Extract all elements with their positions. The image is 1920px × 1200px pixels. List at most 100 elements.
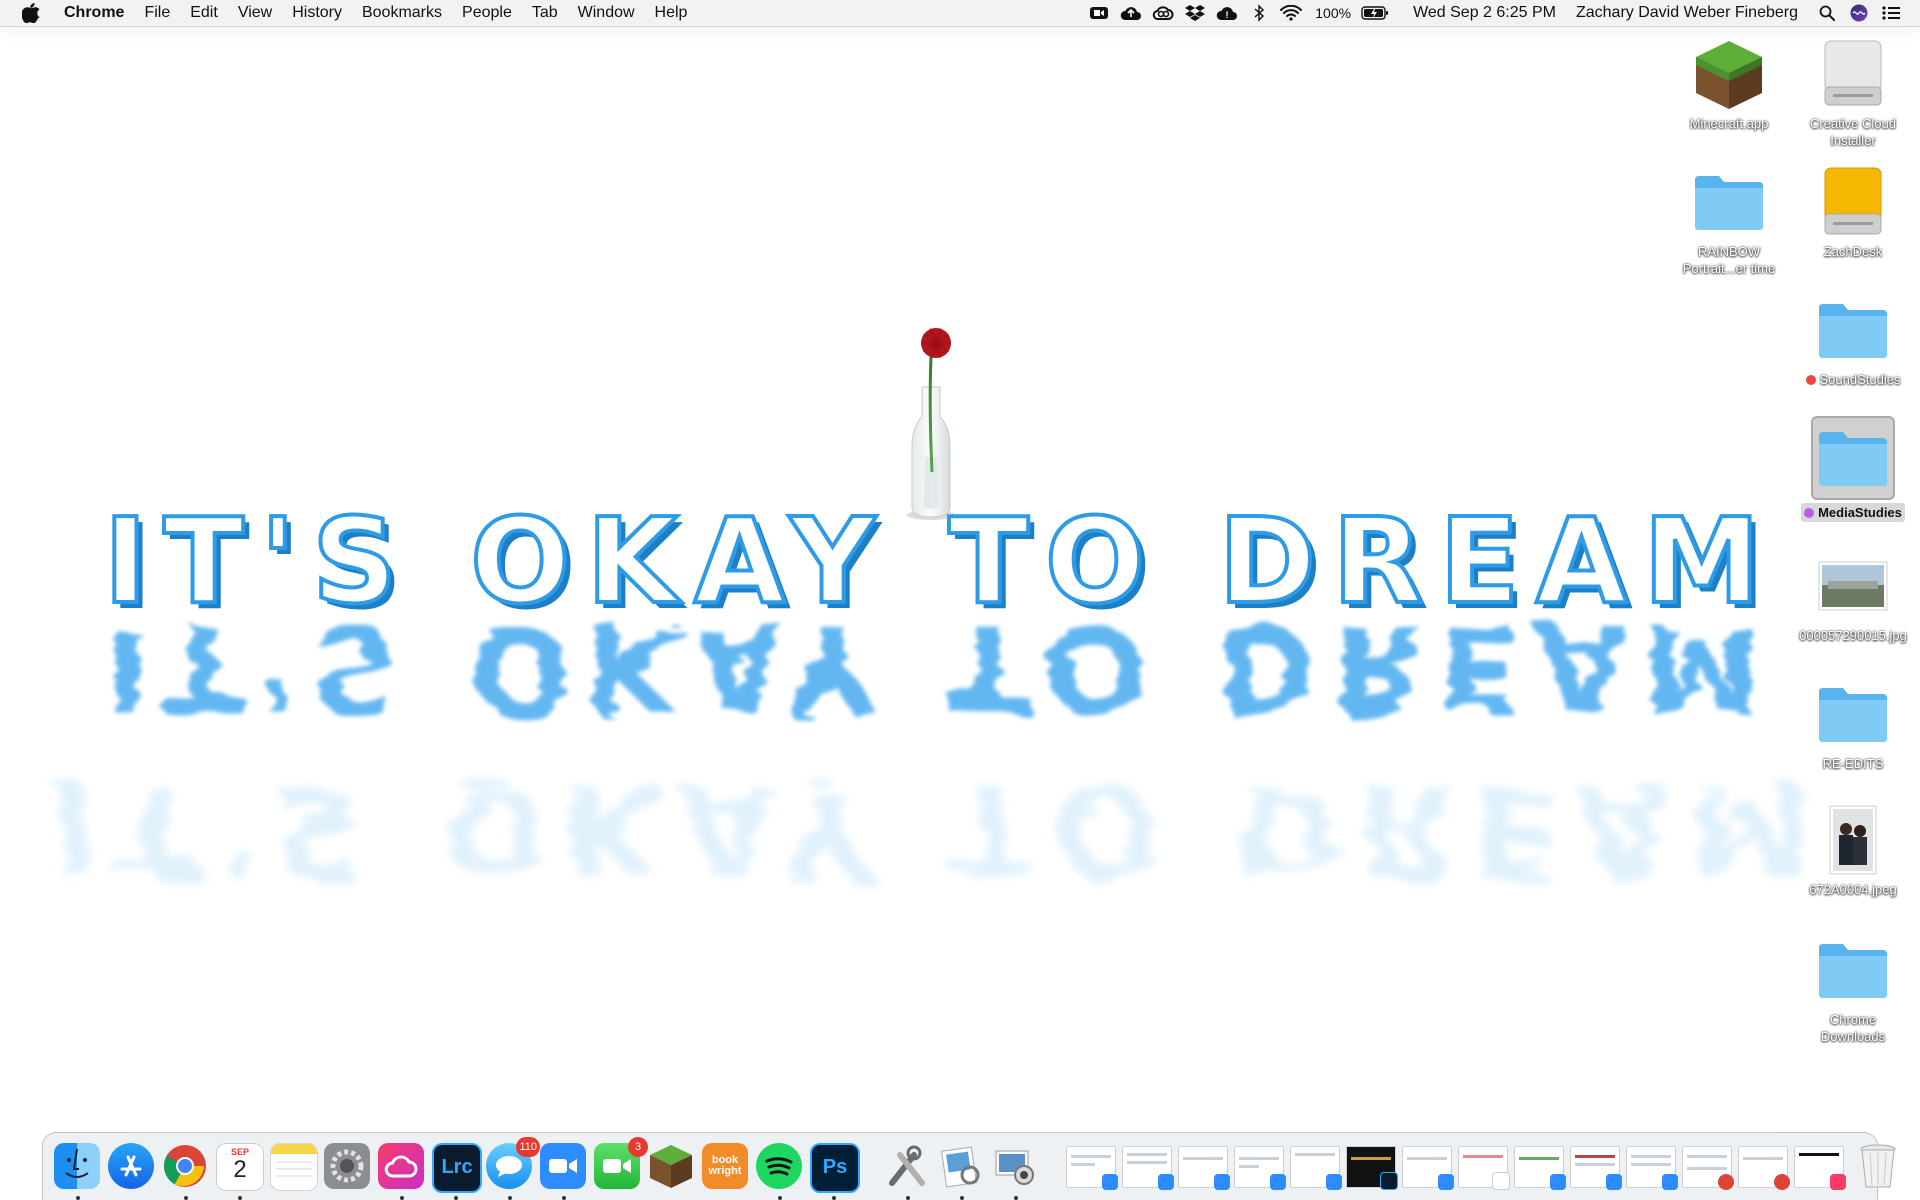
desktop-icon-photo-672a0004[interactable]: 672A0004.jpeg xyxy=(1793,800,1913,899)
desktop-icon-label: RE-EDITS xyxy=(1822,756,1884,771)
dock-zoom[interactable] xyxy=(540,1142,588,1200)
desktop-icon-creative-cloud-installer[interactable]: Creative Cloud Installer xyxy=(1793,34,1913,150)
finder-icon xyxy=(54,1142,100,1189)
image-capture-icon xyxy=(992,1143,1038,1189)
menu-people[interactable]: People xyxy=(452,0,522,26)
dock-system-preferences[interactable] xyxy=(324,1142,372,1191)
menu-window[interactable]: Window xyxy=(568,0,645,26)
dock-image-capture[interactable] xyxy=(992,1143,1040,1200)
desktop-icon-zachdesk[interactable]: ZachDesk xyxy=(1793,162,1913,261)
minimized-window-5[interactable] xyxy=(1290,1145,1342,1190)
user-name[interactable]: Zachary David Weber Fineberg xyxy=(1576,4,1798,22)
dock-utilities[interactable] xyxy=(884,1143,932,1200)
lightroom-icon: Lrc xyxy=(432,1142,482,1193)
desktop-icon-minecraft[interactable]: Minecraft.app xyxy=(1669,34,1789,133)
minimized-window-13[interactable] xyxy=(1738,1145,1790,1190)
desktop-icon-chrome-downloads[interactable]: Chrome Downloads xyxy=(1793,930,1913,1046)
menu-edit[interactable]: Edit xyxy=(180,0,228,26)
desktop-icon-label: ZachDesk xyxy=(1823,244,1883,259)
external-drive-icon xyxy=(1813,162,1893,242)
dock-app-store[interactable] xyxy=(108,1142,156,1191)
minimized-window-1[interactable] xyxy=(1066,1145,1118,1190)
creative-cloud-icon[interactable] xyxy=(1152,3,1174,23)
minecraft-icon xyxy=(1689,34,1769,114)
minimized-window-14[interactable] xyxy=(1794,1145,1846,1190)
desktop-icon-mediastudies[interactable]: MediaStudies xyxy=(1793,416,1913,522)
running-indicator xyxy=(184,1195,188,1200)
minimized-window-12[interactable] xyxy=(1682,1145,1734,1190)
dock-calendar[interactable]: SEP 2 xyxy=(216,1142,264,1200)
headline-reflection: IT'S OKAY TO DREAM xyxy=(104,599,1761,737)
dock-photoshop[interactable]: Ps xyxy=(810,1142,860,1200)
running-indicator xyxy=(76,1195,80,1200)
desktop-icon-re-edits[interactable]: RE-EDITS xyxy=(1793,674,1913,773)
menu-help[interactable]: Help xyxy=(645,0,698,26)
clock[interactable]: Wed Sep 2 6:25 PM xyxy=(1413,4,1556,22)
dock-lightroom[interactable]: Lrc xyxy=(432,1142,482,1200)
photo-thumbnail-icon xyxy=(1813,546,1893,626)
running-indicator xyxy=(454,1195,458,1200)
utilities-icon xyxy=(884,1143,930,1189)
search-icon[interactable] xyxy=(1816,3,1838,23)
minimized-window-3[interactable] xyxy=(1178,1145,1230,1190)
dock-minecraft[interactable] xyxy=(648,1143,696,1191)
siri-icon[interactable] xyxy=(1848,3,1870,23)
reflection-text-faint: IT'S OKAY TO DREAM xyxy=(50,757,1829,901)
trash-icon xyxy=(1855,1143,1901,1189)
app-store-icon xyxy=(108,1142,154,1189)
desktop-icon-label: 000057290015.jpg xyxy=(1799,628,1907,643)
menu-app-name[interactable]: Chrome xyxy=(60,0,134,26)
dock-finder[interactable] xyxy=(54,1142,102,1200)
minecraft-icon xyxy=(648,1143,694,1189)
google-drive-icon[interactable]: ! xyxy=(1216,3,1238,23)
desktop-icon-label: MediaStudies xyxy=(1801,503,1905,522)
dock-chrome[interactable] xyxy=(162,1143,210,1200)
dropbox-icon[interactable] xyxy=(1184,3,1206,23)
wifi-icon[interactable] xyxy=(1280,3,1303,23)
menu-history[interactable]: History xyxy=(282,0,352,26)
running-indicator xyxy=(562,1195,566,1200)
menu-tab[interactable]: Tab xyxy=(522,0,568,26)
menu-file[interactable]: File xyxy=(134,0,180,26)
minimized-window-7[interactable] xyxy=(1402,1145,1454,1190)
battery-icon[interactable] xyxy=(1360,3,1390,23)
apple-menu-icon[interactable] xyxy=(20,2,42,24)
system-preferences-icon xyxy=(324,1142,370,1189)
desktop-icon-soundstudies[interactable]: SoundStudies xyxy=(1793,290,1913,389)
notes-icon xyxy=(270,1142,318,1191)
minimized-window-6[interactable] xyxy=(1346,1145,1398,1190)
dock-spotify[interactable] xyxy=(756,1142,804,1200)
dock-bookwright[interactable]: book wright xyxy=(702,1142,750,1191)
dock-messages[interactable]: 110 xyxy=(486,1136,540,1200)
spotify-icon xyxy=(756,1142,802,1189)
minimized-window-11[interactable] xyxy=(1626,1145,1678,1190)
dock-facetime[interactable]: 3 xyxy=(594,1136,648,1191)
dock-notes[interactable] xyxy=(270,1142,318,1191)
running-indicator xyxy=(832,1195,836,1200)
desktop-icon-rainbow-portrait[interactable]: RAINBOW Portrait...er time xyxy=(1669,162,1789,278)
bluetooth-icon[interactable] xyxy=(1248,3,1270,23)
minimized-window-2[interactable] xyxy=(1122,1145,1174,1190)
dock-creative-cloud[interactable] xyxy=(378,1142,426,1200)
dock: SEP 2 Lrc 110 3 book wright Ps xyxy=(42,1132,1896,1200)
headline-reflection-faint: IT'S OKAY TO DREAM xyxy=(50,757,1829,901)
dock-trash[interactable] xyxy=(1855,1143,1903,1191)
calendar-icon: SEP 2 xyxy=(216,1142,264,1191)
running-indicator xyxy=(1014,1195,1018,1200)
minimized-window-8[interactable] xyxy=(1458,1145,1510,1190)
zoom-icon[interactable] xyxy=(1088,3,1110,23)
facetime-badge: 3 xyxy=(628,1136,648,1157)
menu-bookmarks[interactable]: Bookmarks xyxy=(352,0,452,26)
minimized-window-4[interactable] xyxy=(1234,1145,1286,1190)
dock-preview[interactable] xyxy=(938,1143,986,1200)
photoshop-icon: Ps xyxy=(810,1142,860,1193)
minimized-window-10[interactable] xyxy=(1570,1145,1622,1190)
running-indicator xyxy=(400,1195,404,1200)
menu-view[interactable]: View xyxy=(228,0,282,26)
desktop-icon-label: Minecraft.app xyxy=(1689,116,1769,131)
notification-center-icon[interactable] xyxy=(1880,3,1902,23)
cloud-upload-icon[interactable] xyxy=(1120,3,1142,23)
desktop-icon-photo-000057290015[interactable]: 000057290015.jpg xyxy=(1793,546,1913,645)
svg-text:!: ! xyxy=(1226,10,1229,20)
minimized-window-9[interactable] xyxy=(1514,1145,1566,1190)
